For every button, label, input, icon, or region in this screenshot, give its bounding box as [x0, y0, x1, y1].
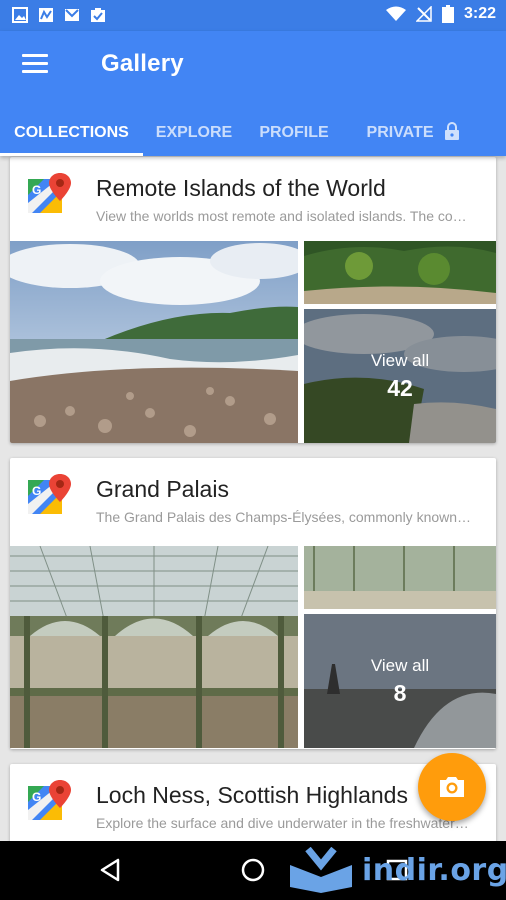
tab-explore[interactable]: EXPLORE [143, 109, 245, 156]
wifi-icon [385, 6, 406, 21]
photo-count: 8 [393, 680, 407, 706]
task-icon [91, 8, 105, 22]
photo-count: 42 [387, 375, 413, 401]
collection-title: Remote Islands of the World [96, 175, 386, 201]
collection-title: Loch Ness, Scottish Highlands [96, 782, 408, 808]
camera-icon [440, 777, 464, 797]
photo-grid: View all 42 [10, 241, 496, 443]
clock: 3:22 [463, 5, 496, 22]
newsstand-icon [39, 8, 53, 22]
tab-profile[interactable]: PROFILE [245, 109, 343, 156]
hamburger-menu-icon[interactable] [22, 54, 48, 74]
palais-interior-photo[interactable] [10, 546, 298, 748]
tab-label: PRIVATE [366, 124, 434, 141]
collection-card[interactable]: Grand Palais The Grand Palais des Champs… [10, 458, 496, 749]
collection-card[interactable]: Remote Islands of the World View the wor… [10, 157, 496, 443]
camera-fab-button[interactable] [418, 753, 486, 821]
tab-collections[interactable]: COLLECTIONS [0, 109, 143, 156]
photo-grid: View all 8 [10, 546, 496, 748]
watermark-logo-icon [290, 847, 352, 893]
active-tab-indicator [0, 153, 143, 156]
app-bar: Gallery COLLECTIONS EXPLORE PROFILE PRIV… [0, 31, 506, 156]
watermark-text: indir.org [362, 852, 506, 888]
no-signal-icon [415, 6, 432, 22]
navigation-bar: indir.org [0, 841, 506, 900]
tab-label: COLLECTIONS [14, 124, 129, 141]
image-icon [12, 7, 28, 23]
collection-description: View the worlds most remote and isolated… [96, 208, 467, 224]
palais-gallery-photo[interactable] [304, 546, 496, 609]
view-all-button[interactable]: View all 8 [304, 614, 496, 748]
google-maps-icon [28, 780, 72, 824]
tab-bar: COLLECTIONS EXPLORE PROFILE PRIVATE [0, 109, 506, 156]
collection-description: The Grand Palais des Champs-Élysées, com… [96, 509, 472, 525]
tab-private[interactable]: PRIVATE [343, 109, 483, 156]
page-title: Gallery [101, 50, 184, 77]
beach-photo[interactable] [10, 241, 298, 443]
tab-label: PROFILE [259, 124, 329, 141]
status-bar: 3:22 [0, 0, 506, 31]
lock-icon [445, 122, 460, 140]
home-icon[interactable] [238, 855, 268, 885]
battery-icon [441, 5, 454, 23]
view-all-label: View all [370, 351, 430, 370]
watermark: indir.org [288, 847, 506, 893]
google-maps-icon [28, 474, 72, 518]
back-icon[interactable] [96, 855, 126, 885]
view-all-button[interactable]: View all 42 [304, 309, 496, 443]
gmail-icon [65, 9, 79, 21]
google-maps-icon [28, 173, 72, 217]
tab-label: EXPLORE [155, 124, 233, 141]
collection-description: Explore the surface and dive underwater … [96, 815, 469, 831]
jungle-photo[interactable] [304, 241, 496, 304]
view-all-label: View all [370, 656, 430, 675]
collection-title: Grand Palais [96, 476, 229, 502]
